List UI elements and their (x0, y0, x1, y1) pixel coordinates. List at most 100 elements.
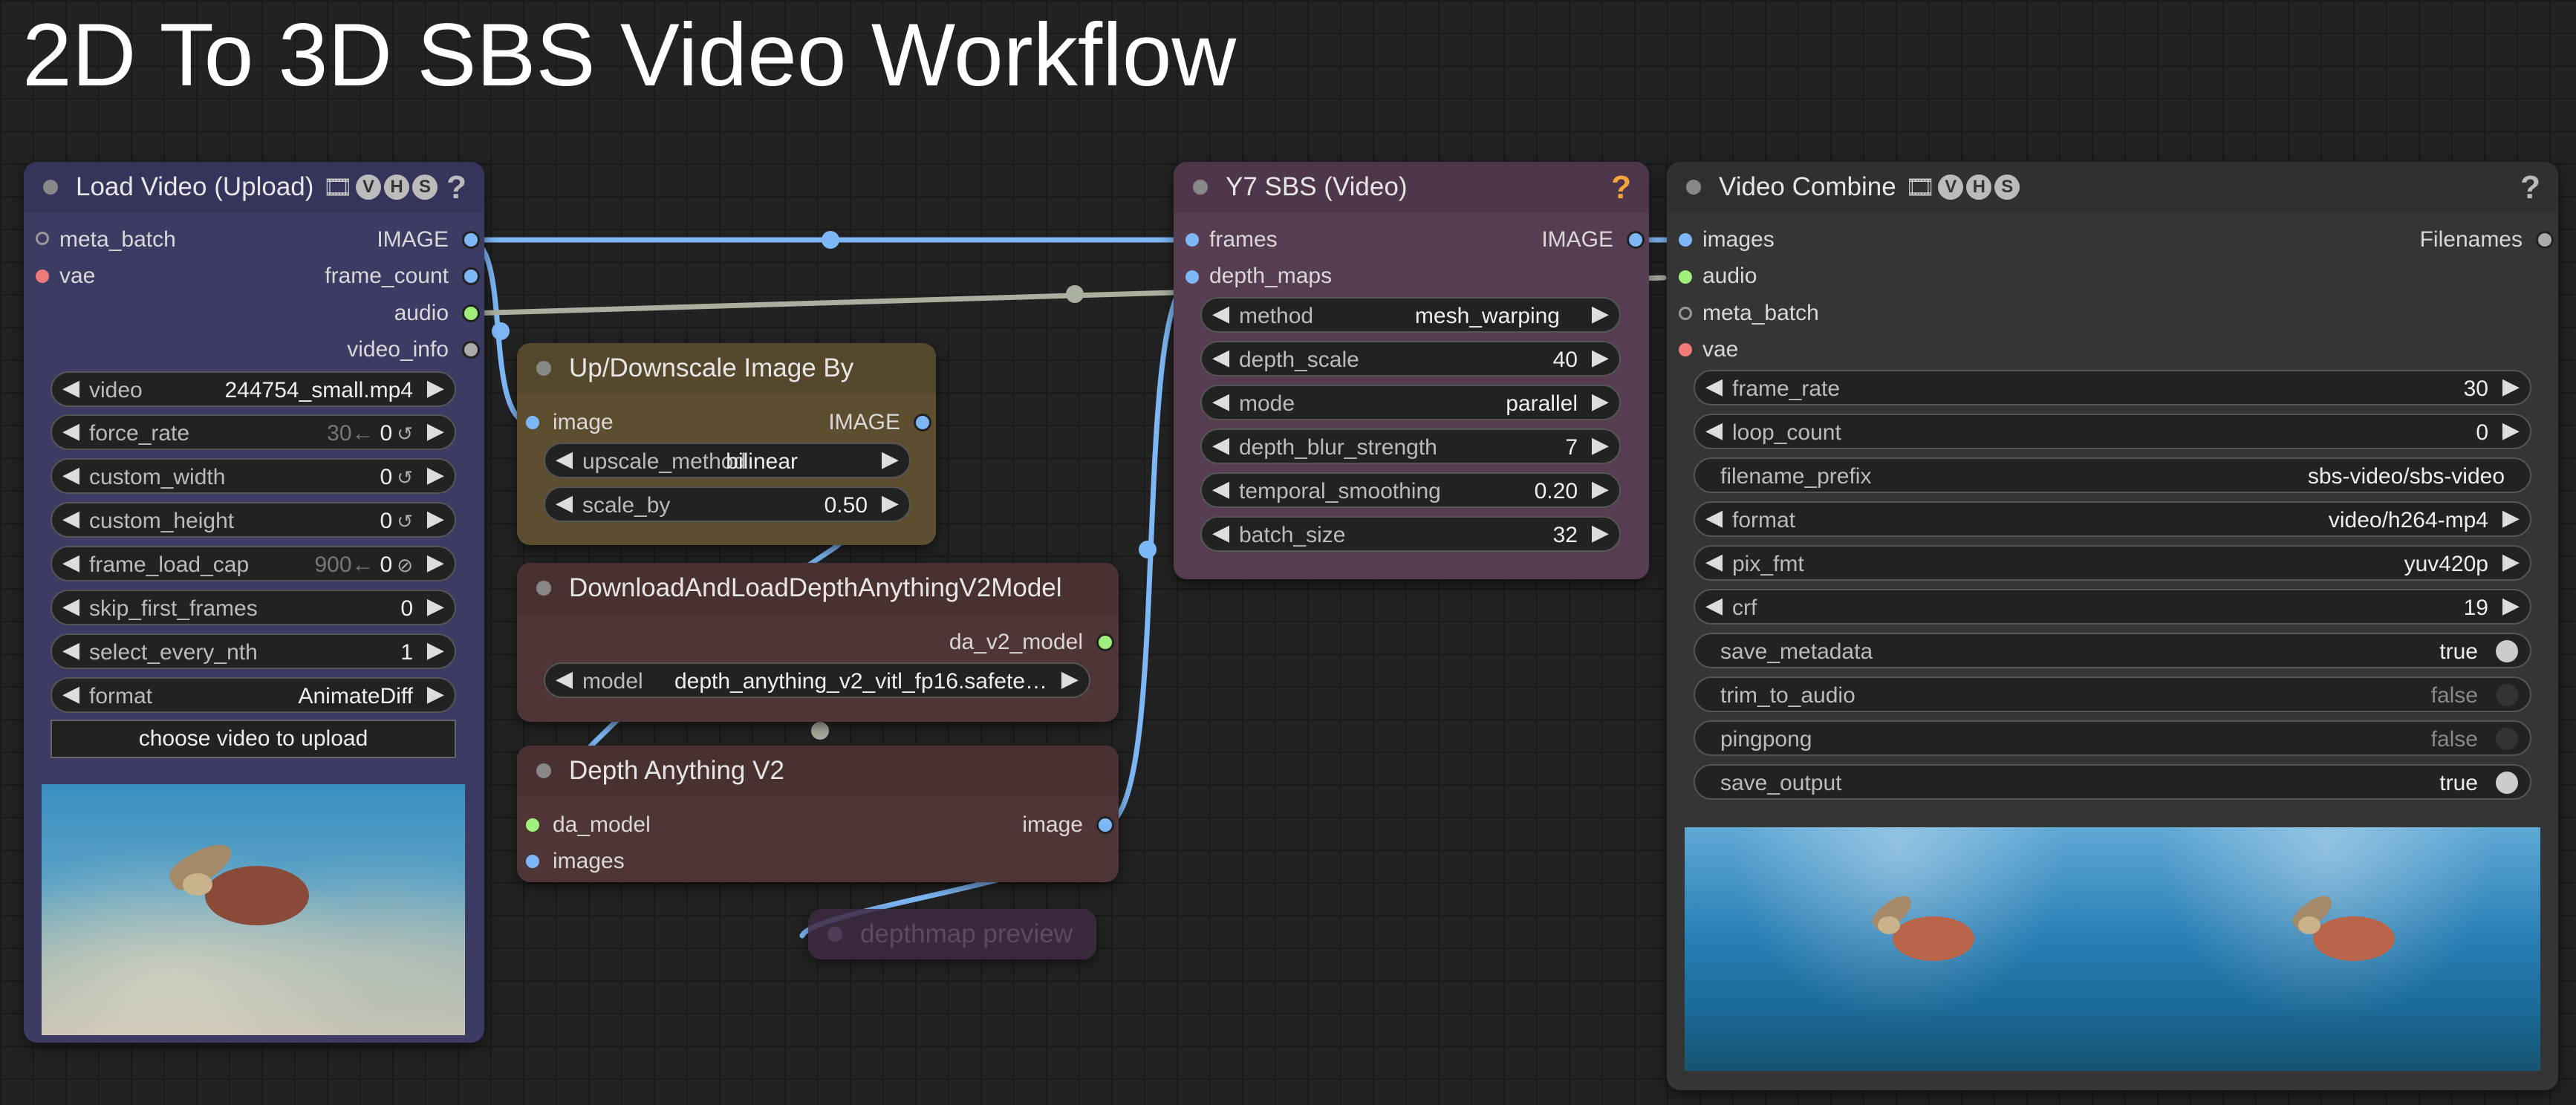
node-header[interactable]: Load Video (Upload) 🎞 V H S ? (24, 162, 484, 212)
video-widget[interactable]: ◀ video 244754_small.mp4 ▶ (51, 371, 456, 407)
custom-width-widget[interactable]: ◀ custom_width 0 ↺ ▶ (51, 458, 456, 494)
film-icon: 🎞 (322, 174, 354, 201)
output-socket-image[interactable] (1096, 816, 1114, 834)
choose-video-upload-button[interactable]: choose video to upload (51, 720, 456, 758)
badge-s: S (412, 175, 438, 200)
input-socket-audio[interactable] (1679, 270, 1692, 284)
input-socket-da-model[interactable] (526, 818, 539, 832)
help-icon[interactable]: ? (2520, 169, 2540, 206)
collapse-dot[interactable] (827, 927, 842, 942)
scale-by-widget[interactable]: ◀ scale_by 0.50 ▶ (544, 486, 911, 522)
frame-rate-widget[interactable]: ◀ frame_rate 30 ▶ (1694, 370, 2531, 405)
load-video-node[interactable]: Load Video (Upload) 🎞 V H S ? meta_batch… (24, 162, 484, 1043)
node-header[interactable]: depthmap preview (808, 909, 1096, 959)
depth-anything-node[interactable]: Depth Anything V2 da_model images image (517, 746, 1119, 882)
output-image-label: IMAGE (828, 410, 900, 434)
output-socket-image[interactable] (1627, 231, 1645, 249)
help-icon[interactable]: ? (1611, 169, 1631, 206)
format-widget[interactable]: ◀ format video/h264-mp4 ▶ (1694, 501, 2531, 537)
upscale-method-widget[interactable]: ◀ upscale_method bilinear ▶ (544, 443, 911, 478)
temporal-smoothing-widget[interactable]: ◀ temporal_smoothing 0.20 ▶ (1200, 472, 1621, 508)
save-output-toggle[interactable]: save_output true (1694, 764, 2531, 800)
input-socket-image[interactable] (526, 416, 539, 429)
node-title: Load Video (Upload) (76, 172, 314, 201)
wire-reroute-dot (811, 722, 829, 740)
pingpong-toggle[interactable]: pingpong false (1694, 720, 2531, 756)
collapse-dot[interactable] (1193, 180, 1208, 195)
badge-h: H (1966, 175, 1992, 200)
crf-widget[interactable]: ◀ crf 19 ▶ (1694, 589, 2531, 625)
depth-scale-widget[interactable]: ◀ depth_scale 40 ▶ (1200, 341, 1621, 377)
input-socket-frames[interactable] (1185, 233, 1199, 247)
input-socket-depth-maps[interactable] (1185, 270, 1199, 284)
collapse-dot[interactable] (1686, 180, 1701, 195)
wire-reroute-dot (1066, 285, 1084, 303)
output-socket-image[interactable] (462, 231, 480, 249)
loop-count-widget[interactable]: ◀ loop_count 0 ▶ (1694, 414, 2531, 449)
vhs-badge: 🎞 V H S (1905, 173, 2020, 201)
select-every-nth-widget[interactable]: ◀ select_every_nth 1 ▶ (51, 633, 456, 669)
output-socket-video-info[interactable] (462, 341, 480, 359)
model-widget[interactable]: ◀ model depth_anything_v2_vitl_fp16.safet… (544, 662, 1090, 698)
collapse-dot[interactable] (536, 361, 551, 376)
pix-fmt-widget[interactable]: ◀ pix_fmt yuv420p ▶ (1694, 545, 2531, 581)
upscale-node[interactable]: Up/Downscale Image By image IMAGE ◀ upsca… (517, 343, 936, 545)
node-header[interactable]: Up/Downscale Image By (517, 343, 936, 394)
node-header[interactable]: Y7 SBS (Video) ? (1174, 162, 1649, 212)
batch-size-widget[interactable]: ◀ batch_size 32 ▶ (1200, 516, 1621, 552)
depthmap-preview-node[interactable]: depthmap preview (808, 909, 1096, 959)
collapse-dot[interactable] (43, 180, 58, 195)
y7-sbs-node[interactable]: Y7 SBS (Video) ? frames depth_maps IMAGE… (1174, 162, 1649, 579)
output-socket-image[interactable] (914, 414, 931, 431)
node-title: DownloadAndLoadDepthAnythingV2Model (569, 573, 1062, 602)
output-socket-filenames[interactable] (2536, 231, 2554, 249)
download-model-node[interactable]: DownloadAndLoadDepthAnythingV2Model da_v… (517, 563, 1119, 722)
format-widget[interactable]: ◀ format AnimateDiff ▶ (51, 677, 456, 713)
input-socket-meta-batch[interactable] (36, 232, 49, 245)
input-socket-images[interactable] (526, 855, 539, 868)
method-widget[interactable]: ◀ method mesh_warping ▶ (1200, 297, 1621, 333)
depth-blur-strength-widget[interactable]: ◀ depth_blur_strength 7 ▶ (1200, 428, 1621, 464)
output-image-label: IMAGE (377, 227, 449, 252)
video-combine-node[interactable]: Video Combine 🎞 V H S ? images audio met… (1667, 162, 2558, 1090)
output-socket-frame-count[interactable] (462, 267, 480, 285)
node-header[interactable]: DownloadAndLoadDepthAnythingV2Model (517, 563, 1119, 613)
skip-first-frames-widget[interactable]: ◀ skip_first_frames 0 ▶ (51, 590, 456, 625)
mode-widget[interactable]: ◀ mode parallel ▶ (1200, 385, 1621, 420)
help-icon[interactable]: ? (446, 169, 466, 206)
output-socket-da-v2-model[interactable] (1096, 633, 1114, 651)
output-filenames-label: Filenames (2419, 227, 2523, 252)
input-images-label: images (553, 849, 625, 873)
badge-v: V (356, 175, 382, 200)
frame-load-cap-widget[interactable]: ◀ frame_load_cap 900← 0 ⊘ ▶ (51, 546, 456, 581)
filename-prefix-field[interactable]: filename_prefix sbs-video/sbs-video (1694, 457, 2531, 493)
output-da-v2-model-label: da_v2_model (949, 630, 1083, 654)
input-vae-label: vae (1702, 337, 1739, 362)
force-rate-widget[interactable]: ◀ force_rate 30← 0 ↺ ▶ (51, 414, 456, 450)
save-metadata-toggle[interactable]: save_metadata true (1694, 633, 2531, 668)
node-header[interactable]: Video Combine 🎞 V H S ? (1667, 162, 2558, 212)
node-title: Y7 SBS (Video) (1226, 172, 1408, 201)
input-meta-batch-label: meta_batch (1702, 301, 1819, 325)
wire-reroute-dot (492, 322, 510, 340)
input-socket-vae[interactable] (1679, 343, 1692, 356)
input-frames-label: frames (1209, 227, 1278, 252)
custom-height-widget[interactable]: ◀ custom_height 0 ↺ ▶ (51, 502, 456, 538)
collapse-dot[interactable] (536, 763, 551, 778)
wire-reroute-dot (822, 231, 839, 249)
collapse-dot[interactable] (536, 581, 551, 596)
output-image-label: image (1022, 812, 1083, 837)
input-vae-label: vae (59, 264, 96, 288)
input-socket-images[interactable] (1679, 233, 1692, 247)
node-title: Video Combine (1719, 172, 1896, 201)
input-da-model-label: da_model (553, 812, 651, 837)
output-audio-label: audio (394, 301, 449, 325)
node-title: Depth Anything V2 (569, 756, 784, 785)
input-socket-meta-batch[interactable] (1679, 307, 1692, 320)
node-header[interactable]: Depth Anything V2 (517, 746, 1119, 796)
input-socket-vae[interactable] (36, 270, 49, 283)
video-preview (42, 784, 465, 1035)
trim-to-audio-toggle[interactable]: trim_to_audio false (1694, 677, 2531, 712)
output-socket-audio[interactable] (462, 304, 480, 322)
vhs-badge: 🎞 V H S (322, 173, 438, 201)
